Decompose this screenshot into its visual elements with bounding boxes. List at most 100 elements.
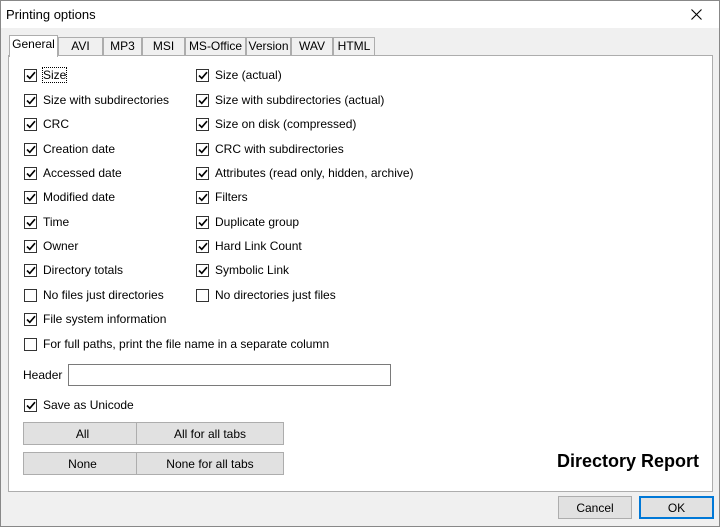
tab-label: AVI <box>71 39 90 53</box>
tab-label: HTML <box>337 39 371 53</box>
checkbox-box[interactable] <box>24 398 37 412</box>
checkbox-label: Hard Link Count <box>215 239 302 253</box>
checkbox-box[interactable] <box>24 93 37 107</box>
checkmark-icon <box>197 71 208 79</box>
checkbox-box[interactable] <box>24 239 37 253</box>
right-option-8[interactable]: Symbolic Link <box>196 262 289 278</box>
checkbox-box[interactable] <box>24 68 37 82</box>
checkbox-box[interactable] <box>24 190 37 204</box>
checkbox-label: No files just directories <box>43 288 164 302</box>
checkbox-box[interactable] <box>24 166 37 180</box>
right-option-2[interactable]: Size on disk (compressed) <box>196 116 356 132</box>
left-option-8[interactable]: Directory totals <box>24 262 123 278</box>
title-bar: Printing options <box>1 1 719 28</box>
checkbox-label: CRC <box>43 117 69 131</box>
none-for-all-tabs-button[interactable]: None for all tabs <box>136 452 284 475</box>
all-for-all-tabs-button[interactable]: All for all tabs <box>136 422 284 445</box>
tab-mp3[interactable]: MP3 <box>103 37 142 56</box>
tab-avi[interactable]: AVI <box>58 37 103 56</box>
full-paths-checkbox[interactable]: For full paths, print the file name in a… <box>24 336 329 352</box>
checkbox-box[interactable] <box>24 337 37 351</box>
tab-label: MP3 <box>110 39 135 53</box>
right-option-6[interactable]: Duplicate group <box>196 214 299 230</box>
checkbox-box[interactable] <box>24 142 37 156</box>
tab-label: MSI <box>152 39 175 53</box>
tab-version[interactable]: Version <box>246 37 291 56</box>
left-option-3[interactable]: Creation date <box>24 141 115 157</box>
checkbox-box[interactable] <box>24 288 37 302</box>
none-button[interactable]: None <box>23 452 142 475</box>
tab-label: MS-Office <box>188 39 243 53</box>
left-option-0[interactable]: Size <box>24 67 68 83</box>
window-title: Printing options <box>6 7 96 22</box>
checkbox-box[interactable] <box>24 312 37 326</box>
left-option-9[interactable]: No files just directories <box>24 287 164 303</box>
checkmark-icon <box>197 169 208 177</box>
checkbox-box[interactable] <box>196 288 209 302</box>
left-option-5[interactable]: Modified date <box>24 189 115 205</box>
checkbox-label: Symbolic Link <box>215 263 290 277</box>
tab-wav[interactable]: WAV <box>291 37 333 56</box>
checkbox-box[interactable] <box>196 215 209 229</box>
checkbox-label: Owner <box>43 239 79 253</box>
checkbox-label: Attributes (read only, hidden, archive) <box>215 166 414 180</box>
checkmark-icon <box>25 120 36 128</box>
checkbox-box[interactable] <box>196 142 209 156</box>
checkbox-label: Size (actual) <box>215 68 282 82</box>
checkmark-icon <box>25 96 36 104</box>
cancel-button[interactable]: Cancel <box>558 496 632 519</box>
checkmark-icon <box>25 242 36 250</box>
checkbox-box[interactable] <box>24 117 37 131</box>
checkmark-icon <box>197 145 208 153</box>
all-button[interactable]: All <box>23 422 142 445</box>
close-button[interactable] <box>673 1 719 28</box>
checkbox-label: Filters <box>215 190 248 204</box>
left-option-2[interactable]: CRC <box>24 116 69 132</box>
right-option-9[interactable]: No directories just files <box>196 287 336 303</box>
printing-options-dialog: Printing options General AVI MP3 MSI MS-… <box>0 0 720 527</box>
checkbox-label: Save as Unicode <box>43 398 134 412</box>
tab-label: WAV <box>299 39 325 53</box>
close-icon <box>690 9 702 20</box>
checkbox-box[interactable] <box>196 166 209 180</box>
right-option-0[interactable]: Size (actual) <box>196 67 282 83</box>
left-option-1[interactable]: Size with subdirectories <box>24 92 169 108</box>
checkbox-label: Size with subdirectories (actual) <box>215 93 385 107</box>
general-tab-panel: Size Size with subdirectories CRC Creation … <box>8 55 713 492</box>
checkmark-icon <box>25 315 36 323</box>
checkbox-box[interactable] <box>196 68 209 82</box>
checkmark-icon <box>197 96 208 104</box>
right-option-5[interactable]: Filters <box>196 189 248 205</box>
checkbox-box[interactable] <box>196 239 209 253</box>
right-option-7[interactable]: Hard Link Count <box>196 238 302 254</box>
tab-general[interactable]: General <box>9 35 58 57</box>
save-as-unicode-checkbox[interactable]: Save as Unicode <box>24 397 134 413</box>
ok-button[interactable]: OK <box>639 496 714 519</box>
checkmark-icon <box>197 242 208 250</box>
left-option-7[interactable]: Owner <box>24 238 78 254</box>
left-option-6[interactable]: Time <box>24 214 69 230</box>
checkbox-box[interactable] <box>196 93 209 107</box>
checkbox-label: Directory totals <box>43 263 124 277</box>
left-option-10[interactable]: File system information <box>24 311 166 327</box>
right-option-1[interactable]: Size with subdirectories (actual) <box>196 92 384 108</box>
right-option-4[interactable]: Attributes (read only, hidden, archive) <box>196 165 414 181</box>
tab-html[interactable]: HTML <box>333 37 375 56</box>
checkmark-icon <box>197 193 208 201</box>
checkbox-label: Time <box>43 215 70 229</box>
checkbox-label: Size <box>41 67 68 83</box>
header-input[interactable] <box>68 364 391 386</box>
checkbox-box[interactable] <box>196 117 209 131</box>
checkbox-label: File system information <box>43 312 167 326</box>
tab-msi[interactable]: MSI <box>142 37 185 56</box>
checkmark-icon <box>25 71 36 79</box>
checkmark-icon <box>25 401 36 409</box>
checkbox-box[interactable] <box>196 263 209 277</box>
checkbox-box[interactable] <box>196 190 209 204</box>
checkbox-label: Creation date <box>43 142 116 156</box>
tab-ms-office[interactable]: MS-Office <box>185 37 246 56</box>
checkbox-box[interactable] <box>24 263 37 277</box>
left-option-4[interactable]: Accessed date <box>24 165 122 181</box>
right-option-3[interactable]: CRC with subdirectories <box>196 141 344 157</box>
checkbox-box[interactable] <box>24 215 37 229</box>
